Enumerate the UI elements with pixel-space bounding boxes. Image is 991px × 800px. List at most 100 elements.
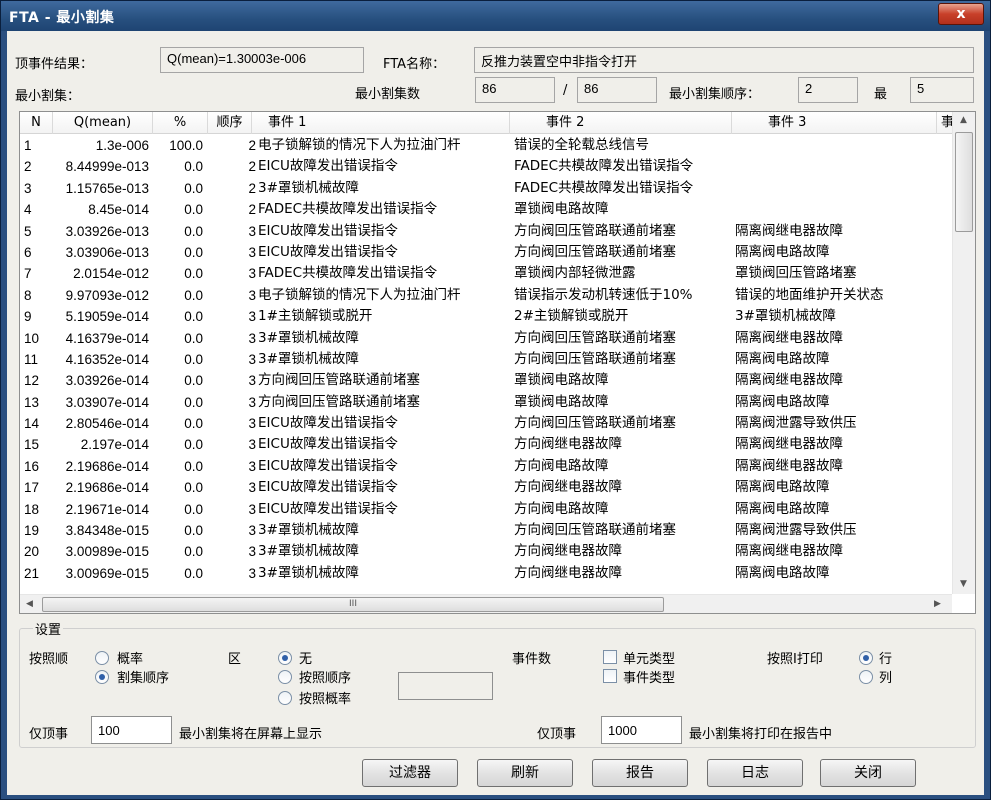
cell-order: 3 [248, 244, 256, 260]
header-percent[interactable]: % [153, 112, 208, 134]
cell-event-2: 方向阀继电器故障 [514, 564, 622, 581]
cell-n: 6 [24, 244, 32, 260]
cell-n: 12 [24, 373, 40, 389]
event-type-checkbox[interactable] [603, 669, 617, 683]
cell-event-3: 隔离阀电路故障 [735, 350, 830, 367]
cell-event-2: 方向阀回压管路联通前堵塞 [514, 415, 676, 432]
scroll-up-icon[interactable]: ▲ [960, 115, 967, 125]
print-column-label[interactable]: 列 [879, 667, 892, 686]
table-row[interactable]: 20 3.00989e-015 0.0 3 3#罩锁机械故障 方向阀继电器故障 隔离阀继电器… [20, 541, 952, 562]
table-row[interactable]: 5 3.03926e-013 0.0 3 EICU故障发出错误指令 方向阀回压管路联通前堵… [20, 221, 952, 242]
sort-probability-label[interactable]: 概率 [117, 648, 143, 667]
cell-event-3: 隔离阀电路故障 [735, 243, 830, 260]
header-order[interactable]: 顺序 [208, 112, 252, 134]
header-event-3[interactable]: 事件 3 [732, 112, 937, 134]
table-row[interactable]: 21 3.00969e-015 0.0 3 3#罩锁机械故障 方向阀继电器故障 隔离阀电路故… [20, 563, 952, 584]
zone-by-order-radio[interactable] [278, 670, 292, 684]
scroll-left-icon[interactable]: ◀ [26, 599, 33, 609]
sort-probability-radio[interactable] [95, 651, 109, 665]
table-row[interactable]: 8 9.97093e-012 0.0 3 电子锁解锁的情况下人为拉油门杆 错误指示发动机转… [20, 285, 952, 306]
mincut-table[interactable]: N Q(mean) % 顺序 事件 1 事件 2 事件 3 事 1 1.3e-00… [19, 111, 976, 614]
close-window-button[interactable]: x [938, 3, 984, 25]
print-row-radio[interactable] [859, 651, 873, 665]
header-qmean[interactable]: Q(mean) [53, 112, 153, 134]
scroll-right-icon[interactable]: ▶ [934, 599, 941, 609]
unit-type-label[interactable]: 单元类型 [623, 648, 675, 667]
table-row[interactable]: 11 4.16352e-014 0.0 3 3#罩锁机械故障 方向阀回压管路联通前堵塞 隔离… [20, 349, 952, 370]
table-row[interactable]: 9 5.19059e-014 0.0 3 1#主锁解锁或脱开 2#主锁解锁或脱开 3#罩锁机… [20, 306, 952, 327]
cell-percent: 0.0 [184, 480, 203, 496]
cell-event-1: EICU故障发出错误指令 [258, 415, 398, 432]
zone-value-field[interactable] [398, 672, 493, 700]
cell-order: 3 [248, 266, 256, 282]
cell-event-2: 方向阀回压管路联通前堵塞 [514, 243, 676, 260]
table-row[interactable]: 16 2.19686e-014 0.0 3 EICU故障发出错误指令 方向阀电路故障 隔离阀… [20, 456, 952, 477]
header-event-4[interactable]: 事 [937, 112, 952, 134]
table-row[interactable]: 12 3.03926e-014 0.0 3 方向阀回压管路联通前堵塞 罩锁阀电路故障 隔离阀… [20, 370, 952, 391]
zone-by-order-label[interactable]: 按照顺序 [299, 667, 351, 686]
cell-event-1: EICU故障发出错误指令 [258, 479, 398, 496]
cell-qmean: 3.84348e-015 [65, 523, 149, 539]
table-row[interactable]: 13 3.03907e-014 0.0 3 方向阀回压管路联通前堵塞 罩锁阀电路故障 隔离阀… [20, 392, 952, 413]
report-top-input[interactable] [601, 716, 682, 744]
print-column-radio[interactable] [859, 670, 873, 684]
header-event-1[interactable]: 事件 1 [252, 112, 510, 134]
table-row[interactable]: 4 8.45e-014 0.0 2 FADEC共模故障发出错误指令 罩锁阀电路故障 [20, 199, 952, 220]
table-row[interactable]: 18 2.19671e-014 0.0 3 EICU故障发出错误指令 方向阀电路故障 隔离阀… [20, 499, 952, 520]
cell-event-2: 方向阀电路故障 [514, 457, 609, 474]
cell-event-2: 2#主锁解锁或脱开 [514, 308, 629, 325]
cell-percent: 0.0 [184, 458, 203, 474]
cell-order: 3 [248, 394, 256, 410]
cell-order: 3 [248, 523, 256, 539]
table-row[interactable]: 15 2.197e-014 0.0 3 EICU故障发出错误指令 方向阀继电器故障 隔离阀继… [20, 434, 952, 455]
zone-none-label[interactable]: 无 [299, 648, 312, 667]
zone-by-probability-label[interactable]: 按照概率 [299, 688, 351, 707]
cell-event-3: 隔离阀泄露导致供压 [735, 522, 857, 539]
window-title: FTA - 最小割集 [9, 10, 115, 26]
header-n[interactable]: N [20, 112, 53, 134]
vertical-scrollbar[interactable]: ▲ ▼ [952, 112, 975, 594]
title-bar[interactable]: FTA - 最小割集 x [1, 1, 990, 31]
top-event-label: 顶事件结果： [15, 57, 94, 72]
horizontal-scroll-thumb[interactable]: III [42, 597, 664, 612]
cell-qmean: 2.19671e-014 [65, 501, 149, 517]
cell-event-3: 3#罩锁机械故障 [735, 308, 836, 325]
cell-event-1: 3#罩锁机械故障 [258, 350, 359, 367]
cell-qmean: 3.00969e-015 [65, 565, 149, 581]
cell-order: 3 [248, 223, 256, 239]
close-button[interactable]: 关闭 [820, 759, 916, 787]
zone-none-radio[interactable] [278, 651, 292, 665]
print-row-label[interactable]: 行 [879, 648, 892, 667]
table-row[interactable]: 1 1.3e-006 100.0 2 电子锁解锁的情况下人为拉油门杆 错误的全轮载总线信号 [20, 135, 952, 156]
table-row[interactable]: 17 2.19686e-014 0.0 3 EICU故障发出错误指令 方向阀继电器故障 隔离… [20, 477, 952, 498]
unit-type-checkbox[interactable] [603, 650, 617, 664]
table-row[interactable]: 14 2.80546e-014 0.0 3 EICU故障发出错误指令 方向阀回压管路联通前… [20, 413, 952, 434]
table-row[interactable]: 2 8.44999e-013 0.0 2 EICU故障发出错误指令 FADEC共模故障发出… [20, 156, 952, 177]
cell-qmean: 5.19059e-014 [65, 309, 149, 325]
cell-n: 19 [24, 523, 40, 539]
sort-cutset-order-radio[interactable] [95, 670, 109, 684]
zone-by-probability-radio[interactable] [278, 691, 292, 705]
cell-qmean: 2.80546e-014 [65, 416, 149, 432]
table-row[interactable]: 19 3.84348e-015 0.0 3 3#罩锁机械故障 方向阀回压管路联通前堵塞 隔离… [20, 520, 952, 541]
header-event-2[interactable]: 事件 2 [510, 112, 732, 134]
screen-top-input[interactable] [91, 716, 172, 744]
table-row[interactable]: 6 3.03906e-013 0.0 3 EICU故障发出错误指令 方向阀回压管路联通前堵… [20, 242, 952, 263]
zone-label: 区 [228, 652, 242, 667]
scroll-down-icon[interactable]: ▼ [960, 579, 967, 589]
cell-qmean: 3.03926e-014 [65, 373, 149, 389]
table-row[interactable]: 7 2.0154e-012 0.0 3 FADEC共模故障发出错误指令 罩锁阀内部轻微泄露… [20, 263, 952, 284]
report-button[interactable]: 报告 [592, 759, 688, 787]
table-row[interactable]: 10 4.16379e-014 0.0 3 3#罩锁机械故障 方向阀回压管路联通前堵塞 隔离… [20, 328, 952, 349]
sort-cutset-order-label[interactable]: 割集顺序 [117, 667, 169, 686]
table-row[interactable]: 3 1.15765e-013 0.0 2 3#罩锁机械故障 FADEC共模故障发出错误指令 [20, 178, 952, 199]
refresh-button[interactable]: 刷新 [477, 759, 573, 787]
sort-label: 按照顺 [29, 652, 69, 667]
event-type-label[interactable]: 事件类型 [623, 667, 675, 686]
log-button[interactable]: 日志 [707, 759, 803, 787]
horizontal-scrollbar[interactable]: ◀ III ▶ [20, 594, 952, 613]
filter-button[interactable]: 过滤器 [362, 759, 458, 787]
cell-order: 2 [248, 202, 256, 218]
cell-percent: 0.0 [184, 309, 203, 325]
vertical-scroll-thumb[interactable] [955, 132, 973, 232]
